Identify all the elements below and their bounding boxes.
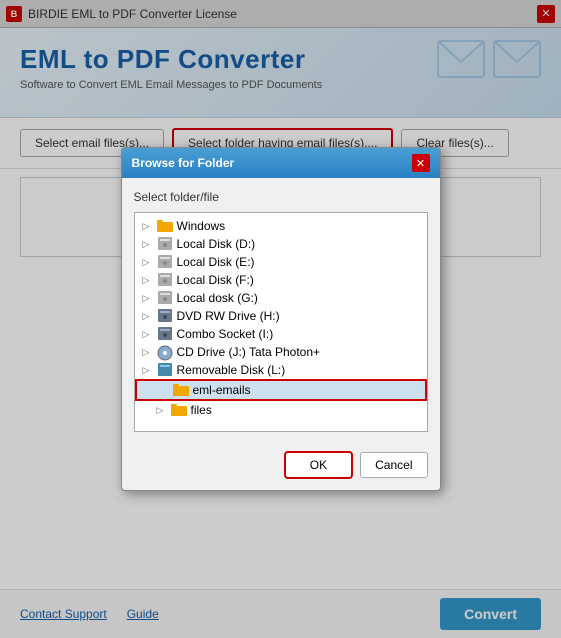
tree-icon-windows [157,219,173,233]
tree-icon-removableL [157,363,173,377]
tree-item-cdDriveJ[interactable]: ▷ CD Drive (J:) Tata Photon+ [135,343,427,361]
tree-item-emlEmails[interactable]: eml-emails [135,379,427,401]
tree-label-localDiskG: Local dosk (G:) [177,291,258,305]
tree-icon-comboI [157,327,173,341]
modal-title-bar: Browse for Folder ✕ [122,148,440,178]
tree-label-localDiskD: Local Disk (D:) [177,237,256,251]
tree-icon-cdDriveJ [157,345,173,359]
tree-icon-localDiskD [157,237,173,251]
tree-icon-files [171,403,187,417]
tree-arrow-files: ▷ [157,405,171,416]
tree-label-dvdDriveH: DVD RW Drive (H:) [177,309,280,323]
modal-cancel-button[interactable]: Cancel [360,452,427,478]
tree-arrow-localDiskE: ▷ [143,257,157,268]
tree-arrow-dvdDriveH: ▷ [143,311,157,322]
tree-icon-emlEmails [173,383,189,397]
tree-icon-localDiskE [157,255,173,269]
tree-label-emlEmails: eml-emails [193,383,251,397]
tree-item-localDiskE[interactable]: ▷ Local Disk (E:) [135,253,427,271]
tree-arrow-localDiskF: ▷ [143,275,157,286]
tree-item-localDiskD[interactable]: ▷ Local Disk (D:) [135,235,427,253]
tree-label-removableL: Removable Disk (L:) [177,363,286,377]
browse-folder-modal: Browse for Folder ✕ Select folder/file ▷… [121,147,441,491]
tree-item-removableL[interactable]: ▷ Removable Disk (L:) [135,361,427,379]
modal-ok-button[interactable]: OK [285,452,352,478]
tree-item-files[interactable]: ▷ files [135,401,427,419]
tree-arrow-comboI: ▷ [143,329,157,340]
tree-label-localDiskE: Local Disk (E:) [177,255,255,269]
tree-label-comboI: Combo Socket (I:) [177,327,274,341]
tree-label-windows: Windows [177,219,226,233]
tree-label-cdDriveJ: CD Drive (J:) Tata Photon+ [177,345,321,359]
tree-item-comboI[interactable]: ▷ Combo Socket (I:) [135,325,427,343]
tree-item-localDiskF[interactable]: ▷ Local Disk (F:) [135,271,427,289]
tree-arrow-localDiskG: ▷ [143,293,157,304]
tree-arrow-cdDriveJ: ▷ [143,347,157,358]
tree-item-windows[interactable]: ▷ Windows [135,217,427,235]
tree-icon-dvdDriveH [157,309,173,323]
tree-icon-localDiskF [157,273,173,287]
modal-overlay: Browse for Folder ✕ Select folder/file ▷… [0,0,561,638]
tree-label-files: files [191,403,212,417]
tree-arrow-removableL: ▷ [143,365,157,376]
tree-label-localDiskF: Local Disk (F:) [177,273,254,287]
tree-item-localDiskG[interactable]: ▷ Local dosk (G:) [135,289,427,307]
modal-close-button[interactable]: ✕ [412,154,430,172]
tree-arrow-localDiskD: ▷ [143,239,157,250]
tree-item-dvdDriveH[interactable]: ▷ DVD RW Drive (H:) [135,307,427,325]
folder-tree[interactable]: ▷ Windows ▷ Local Disk (D:) ▷ Local Disk (E:)… [134,212,428,432]
tree-icon-localDiskG [157,291,173,305]
modal-footer: OK Cancel [122,444,440,490]
modal-label: Select folder/file [134,190,428,204]
tree-arrow-windows: ▷ [143,221,157,232]
modal-title-text: Browse for Folder [132,156,235,170]
modal-body: Select folder/file ▷ Windows ▷ Local Disk (… [122,178,440,444]
